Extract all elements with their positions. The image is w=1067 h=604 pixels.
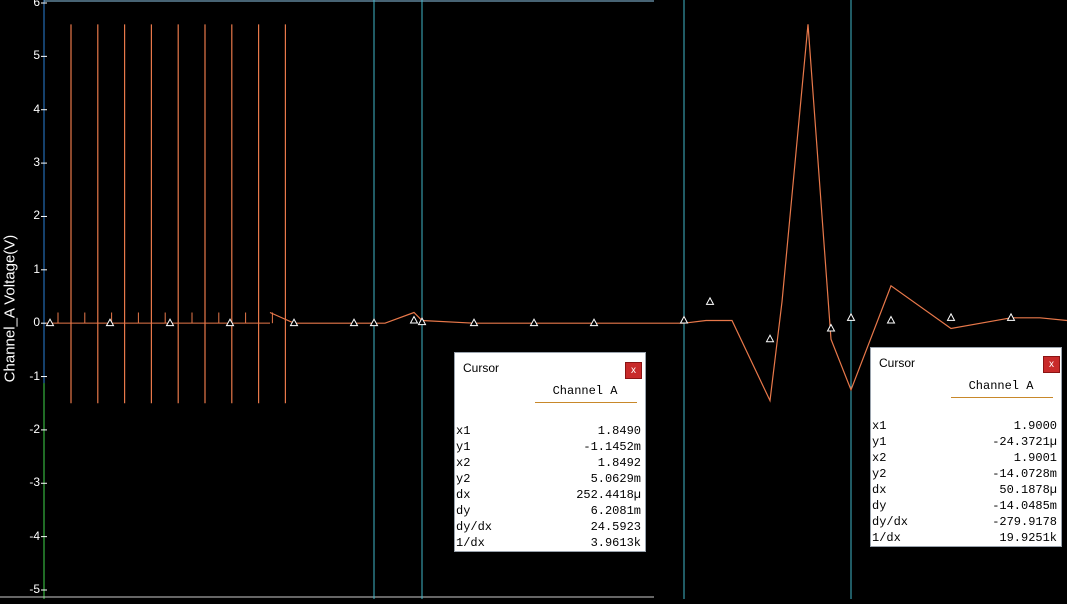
cursor-readout: x1 1.9000 y1 -24.3721µ x2 1.9001 y2 -14.0728… <box>871 418 1061 546</box>
channel-label: Channel A <box>552 384 618 398</box>
channel-underline <box>535 402 637 403</box>
readout-row-x2: x2 1.8492 <box>456 456 641 470</box>
sample-marker <box>417 317 427 326</box>
readout-row-y2: y2 -14.0728m <box>872 467 1057 481</box>
readout-row-y1: y1 -24.3721µ <box>872 435 1057 449</box>
sample-marker <box>886 315 896 324</box>
y-tick-label: 3 <box>33 155 40 170</box>
y-tick-label: -4 <box>29 528 40 543</box>
readout-row-dx: dx 252.4418µ <box>456 488 641 502</box>
trace-series-channel-a <box>269 24 1067 403</box>
sample-marker <box>679 315 689 324</box>
cursor-panel-title: Cursor <box>879 356 916 370</box>
y-tick-label: -2 <box>29 421 40 436</box>
y-tick-label: 5 <box>33 48 40 63</box>
cursor-panel-2[interactable]: Cursor x Channel A x1 1.9000 y1 -24.3721µ … <box>870 347 1062 547</box>
y-tick-label: 6 <box>33 0 40 9</box>
sample-marker <box>409 315 419 324</box>
readout-row-inv-dx: 1/dx 19.9251k <box>872 531 1057 545</box>
y-tick-label: -5 <box>29 582 40 596</box>
close-button[interactable]: x <box>1043 356 1060 373</box>
sample-marker <box>765 334 775 343</box>
sample-marker <box>705 296 715 305</box>
readout-row-dy: dy -14.0485m <box>872 499 1057 513</box>
sample-marker <box>946 312 956 321</box>
y-tick-label: -3 <box>29 475 40 490</box>
sample-marker <box>349 318 359 327</box>
readout-row-x2: x2 1.9001 <box>872 451 1057 465</box>
sample-marker <box>469 318 479 327</box>
y-tick-label: 1 <box>33 261 40 276</box>
readout-row-y2: y2 5.0629m <box>456 472 641 486</box>
sample-marker <box>225 318 235 327</box>
readout-row-x1: x1 1.9000 <box>872 419 1057 433</box>
cursor-panel-title: Cursor <box>463 361 500 375</box>
sample-marker <box>45 318 55 327</box>
y-axis-label: Channel_A Voltage(V) <box>1 234 19 383</box>
readout-row-y1: y1 -1.1452m <box>456 440 641 454</box>
cursor-readout: x1 1.8490 y1 -1.1452m x2 1.8492 y2 5.0629m d… <box>455 423 645 551</box>
readout-row-x1: x1 1.8490 <box>456 424 641 438</box>
readout-row-dx: dx 50.1878µ <box>872 483 1057 497</box>
y-tick-label: -1 <box>29 368 40 383</box>
sample-marker <box>369 318 379 327</box>
sample-marker <box>1006 312 1016 321</box>
y-tick-label: 2 <box>33 208 40 223</box>
y-tick-label: 0 <box>33 315 40 330</box>
cursor-panel-1[interactable]: Cursor x Channel A x1 1.8490 y1 -1.1452m x… <box>454 352 646 552</box>
readout-row-dydx: dy/dx -279.9178 <box>872 515 1057 529</box>
readout-row-inv-dx: 1/dx 3.9613k <box>456 536 641 550</box>
channel-label: Channel A <box>968 379 1034 393</box>
readout-row-dy: dy 6.2081m <box>456 504 641 518</box>
close-button[interactable]: x <box>625 362 642 379</box>
y-tick-label: 4 <box>33 101 40 116</box>
sample-marker <box>105 318 115 327</box>
sample-marker <box>529 318 539 327</box>
channel-underline <box>951 397 1053 398</box>
readout-row-dydx: dy/dx 24.5923 <box>456 520 641 534</box>
sample-marker <box>165 318 175 327</box>
sample-marker <box>846 312 856 321</box>
sample-marker <box>826 323 836 332</box>
sample-marker <box>589 318 599 327</box>
